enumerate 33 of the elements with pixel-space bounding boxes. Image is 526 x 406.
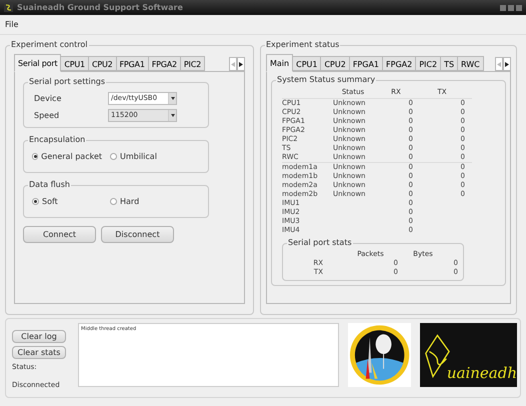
logo-text: uaineadh [446,365,517,381]
tab[interactable]: PIC2 [180,56,205,71]
tab[interactable]: FPGA2 [148,56,181,71]
tab[interactable]: Main [266,54,294,72]
group-title: Experiment control [10,39,88,51]
tab[interactable]: FPGA1 [116,56,149,71]
tab[interactable]: CPU2 [88,56,117,71]
group-title: System Status summary [276,74,376,86]
radio-label: Hard [120,196,140,208]
tab[interactable]: PIC2 [415,56,442,71]
push-button[interactable]: Clear stats [12,346,66,359]
tab[interactable]: CPU1 [60,56,89,71]
group-title: Serial port settings [28,76,106,88]
group-title: Experiment status [265,39,340,51]
radio-label: Umbilical [120,150,157,162]
window-title: Suaineadh Ground Support Software [17,2,183,14]
tab[interactable]: Serial port [14,54,62,72]
field-label: Device [34,92,62,104]
group-title: Encapsulation [28,134,86,146]
group-title: Serial port stats [287,236,353,248]
tab[interactable]: FPGA2 [382,56,416,71]
menu-item[interactable]: File [5,18,18,30]
push-button[interactable]: Disconnect [101,226,174,243]
tab[interactable]: TS [440,56,458,71]
tab[interactable]: FPGA1 [348,56,384,71]
radio-label: General packet [41,150,102,162]
tab[interactable]: CPU2 [320,56,350,71]
tab[interactable]: CPU1 [292,56,322,71]
push-button[interactable]: Connect [23,226,96,243]
radio-label: Soft [42,196,58,208]
tab[interactable]: RWC [457,56,484,71]
push-button[interactable]: Clear log [12,330,66,343]
field-label: Speed [34,110,60,122]
